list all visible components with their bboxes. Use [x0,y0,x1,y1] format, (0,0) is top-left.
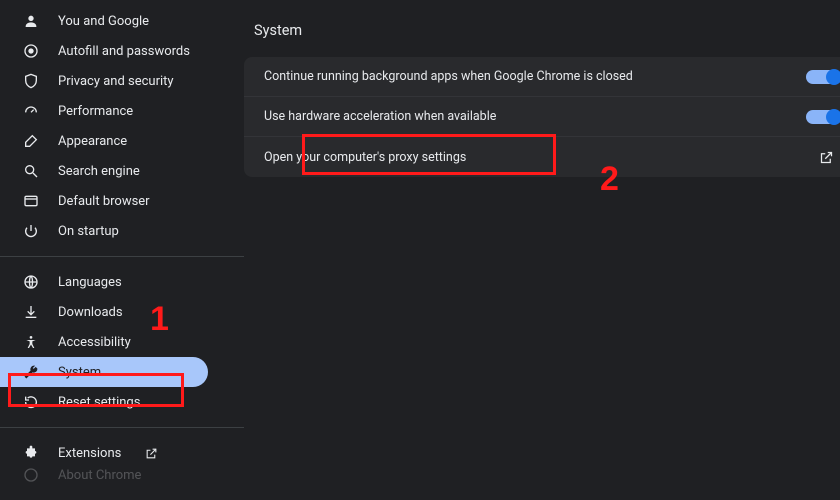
external-link-icon [819,150,834,165]
sidebar-item-reset[interactable]: Reset settings [0,387,208,417]
sidebar-item-label: Performance [58,104,133,119]
settings-main: System Continue running background apps … [244,0,840,500]
sidebar-item-label: Default browser [58,194,150,209]
sidebar-item-performance[interactable]: Performance [0,96,208,126]
sidebar-item-label: Reset settings [58,395,140,410]
sidebar-item-languages[interactable]: Languages [0,267,208,297]
sidebar-item-label: Autofill and passwords [58,44,190,59]
person-icon [22,13,40,29]
accessibility-icon [22,334,40,350]
toggle-switch[interactable] [806,70,836,84]
shield-icon [22,73,40,89]
sidebar-item-label: About Chrome [58,468,141,482]
sidebar-item-search-engine[interactable]: Search engine [0,156,208,186]
autofill-icon [22,43,40,59]
sidebar-item-accessibility[interactable]: Accessibility [0,327,208,357]
sidebar-item-system[interactable]: System [0,357,208,387]
sidebar-divider [0,256,244,257]
sidebar-item-label: Extensions [58,446,121,461]
info-icon [22,468,40,482]
sidebar-item-default-browser[interactable]: Default browser [0,186,208,216]
sidebar-item-you-and-google[interactable]: You and Google [0,6,208,36]
sidebar-item-label: Appearance [58,134,127,149]
download-icon [22,304,40,320]
row-label: Use hardware acceleration when available [264,109,496,124]
row-background-apps[interactable]: Continue running background apps when Go… [244,57,840,97]
row-label: Continue running background apps when Go… [264,69,633,84]
globe-icon [22,274,40,290]
sidebar-item-label: System [58,365,101,380]
section-title: System [244,8,840,57]
row-hardware-accel[interactable]: Use hardware acceleration when available [244,97,840,137]
sidebar-item-label: Languages [58,275,122,290]
search-icon [22,163,40,179]
row-label: Open your computer's proxy settings [264,150,466,165]
sidebar-item-label: On startup [58,224,119,239]
sidebar-item-downloads[interactable]: Downloads [0,297,208,327]
sidebar-item-appearance[interactable]: Appearance [0,126,208,156]
settings-sidebar: You and Google Autofill and passwords Pr… [0,0,244,500]
speedometer-icon [22,103,40,119]
reset-icon [22,394,40,410]
sidebar-item-privacy[interactable]: Privacy and security [0,66,208,96]
row-proxy-settings[interactable]: Open your computer's proxy settings [244,137,840,177]
sidebar-item-extensions[interactable]: Extensions [0,438,208,468]
wrench-icon [22,364,40,380]
toggle-switch[interactable] [806,110,836,124]
paint-icon [22,133,40,149]
system-panel: Continue running background apps when Go… [244,57,840,177]
power-icon [22,223,40,239]
browser-icon [22,193,40,209]
sidebar-item-on-startup[interactable]: On startup [0,216,208,246]
external-link-icon [145,447,158,460]
sidebar-item-label: Accessibility [58,335,131,350]
puzzle-icon [22,445,40,461]
sidebar-item-label: Search engine [58,164,140,179]
sidebar-item-autofill[interactable]: Autofill and passwords [0,36,208,66]
sidebar-item-label: Privacy and security [58,74,174,89]
sidebar-item-label: You and Google [58,14,149,29]
sidebar-item-label: Downloads [58,305,123,320]
sidebar-item-about[interactable]: About Chrome [0,468,208,482]
sidebar-divider [0,427,244,428]
